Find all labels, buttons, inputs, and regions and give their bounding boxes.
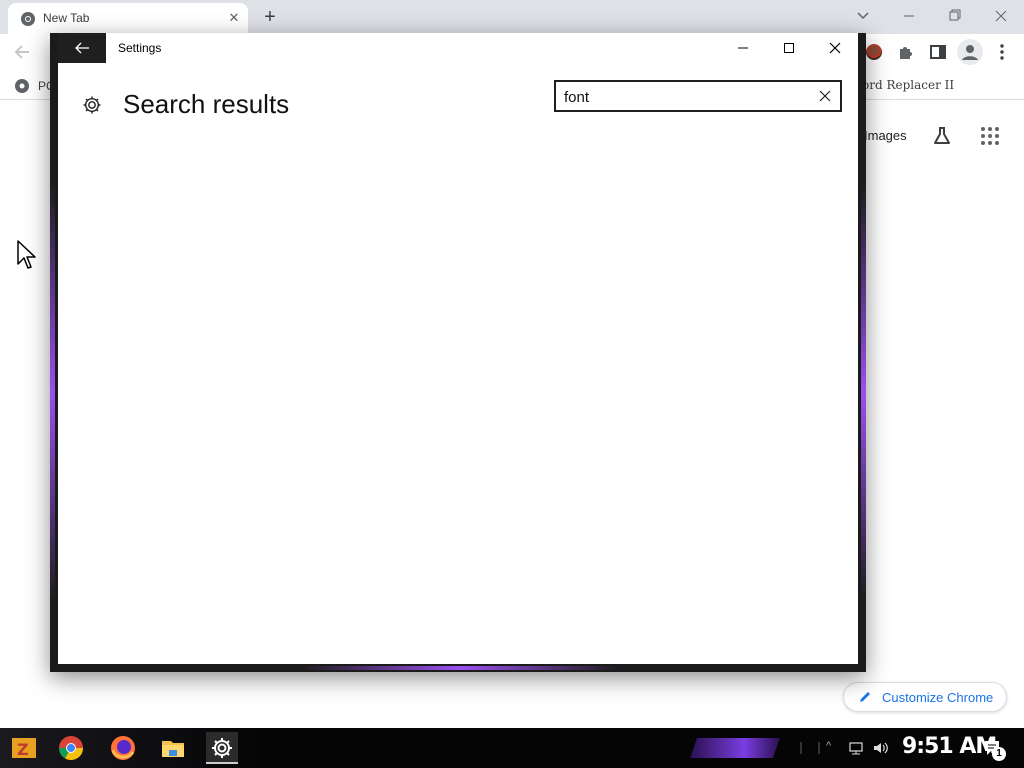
file-explorer-icon[interactable] [157, 732, 189, 764]
new-tab-button[interactable]: + [258, 6, 282, 28]
bookmark-word-replacer[interactable]: ord Replacer II [862, 78, 954, 92]
gear-icon [83, 96, 101, 114]
mouse-pointer-icon [17, 240, 36, 269]
tab-strip: New Tab ✕ + [0, 0, 1024, 34]
settings-minimize-button[interactable] [720, 33, 766, 63]
close-icon [829, 42, 841, 54]
customize-chrome-label: Customize Chrome [882, 690, 994, 705]
settings-icon[interactable] [206, 732, 238, 764]
back-arrow-icon [75, 42, 89, 54]
settings-window-title: Settings [118, 41, 162, 55]
maximize-icon [784, 43, 794, 53]
window-glow-left [50, 183, 55, 603]
volume-icon[interactable] [872, 740, 888, 756]
google-apps-icon[interactable] [980, 126, 1000, 146]
close-window-icon[interactable] [989, 5, 1013, 27]
minimize-icon [738, 47, 748, 49]
chrome-favicon-icon [21, 12, 35, 26]
svg-text:Z: Z [17, 740, 29, 759]
profile-avatar-icon[interactable] [957, 39, 983, 65]
customize-chrome-button[interactable]: Customize Chrome [843, 682, 1007, 712]
settings-title-bar: Settings [58, 33, 858, 63]
chrome-icon[interactable] [55, 732, 87, 764]
kebab-menu-icon[interactable] [994, 43, 1010, 61]
firefox-icon[interactable] [107, 732, 139, 764]
settings-window: Settings Search results [50, 33, 866, 672]
back-arrow-icon[interactable] [12, 42, 32, 62]
settings-search-box[interactable] [554, 80, 842, 112]
tab-search-icon[interactable] [854, 6, 872, 24]
page-title: Search results [123, 89, 290, 119]
tab-new-tab[interactable]: New Tab ✕ [8, 3, 248, 34]
taskbar-accent [690, 738, 780, 758]
settings-client-area: Settings Search results [58, 33, 858, 664]
tab-close-icon[interactable]: ✕ [226, 10, 242, 26]
app-launcher-icon[interactable]: Z [8, 732, 40, 764]
settings-maximize-button[interactable] [766, 33, 812, 63]
taskbar: Z ^ 9:51 AM 1 [0, 728, 1024, 768]
settings-back-button[interactable] [58, 33, 106, 63]
clear-search-icon[interactable] [818, 89, 832, 103]
tab-title: New Tab [43, 11, 90, 25]
tray-overflow-chevron-icon[interactable]: ^ [826, 740, 836, 752]
taskbar-lines [800, 742, 820, 754]
chrome-bookmark-icon[interactable] [14, 78, 30, 94]
network-icon[interactable] [848, 740, 864, 756]
minimize-icon[interactable] [897, 5, 921, 27]
extension-avatar-icon[interactable] [866, 44, 882, 60]
images-link[interactable]: Images [864, 128, 907, 143]
pencil-icon [860, 692, 870, 702]
restore-icon[interactable] [943, 5, 967, 27]
side-panel-icon[interactable] [929, 43, 947, 61]
search-input[interactable] [564, 86, 804, 108]
extensions-puzzle-icon[interactable] [897, 43, 915, 61]
settings-close-button[interactable] [812, 33, 858, 63]
notification-count-badge: 1 [992, 747, 1006, 761]
window-glow-bottom [300, 666, 620, 670]
labs-flask-icon[interactable] [931, 125, 953, 147]
window-glow-right [861, 183, 866, 603]
